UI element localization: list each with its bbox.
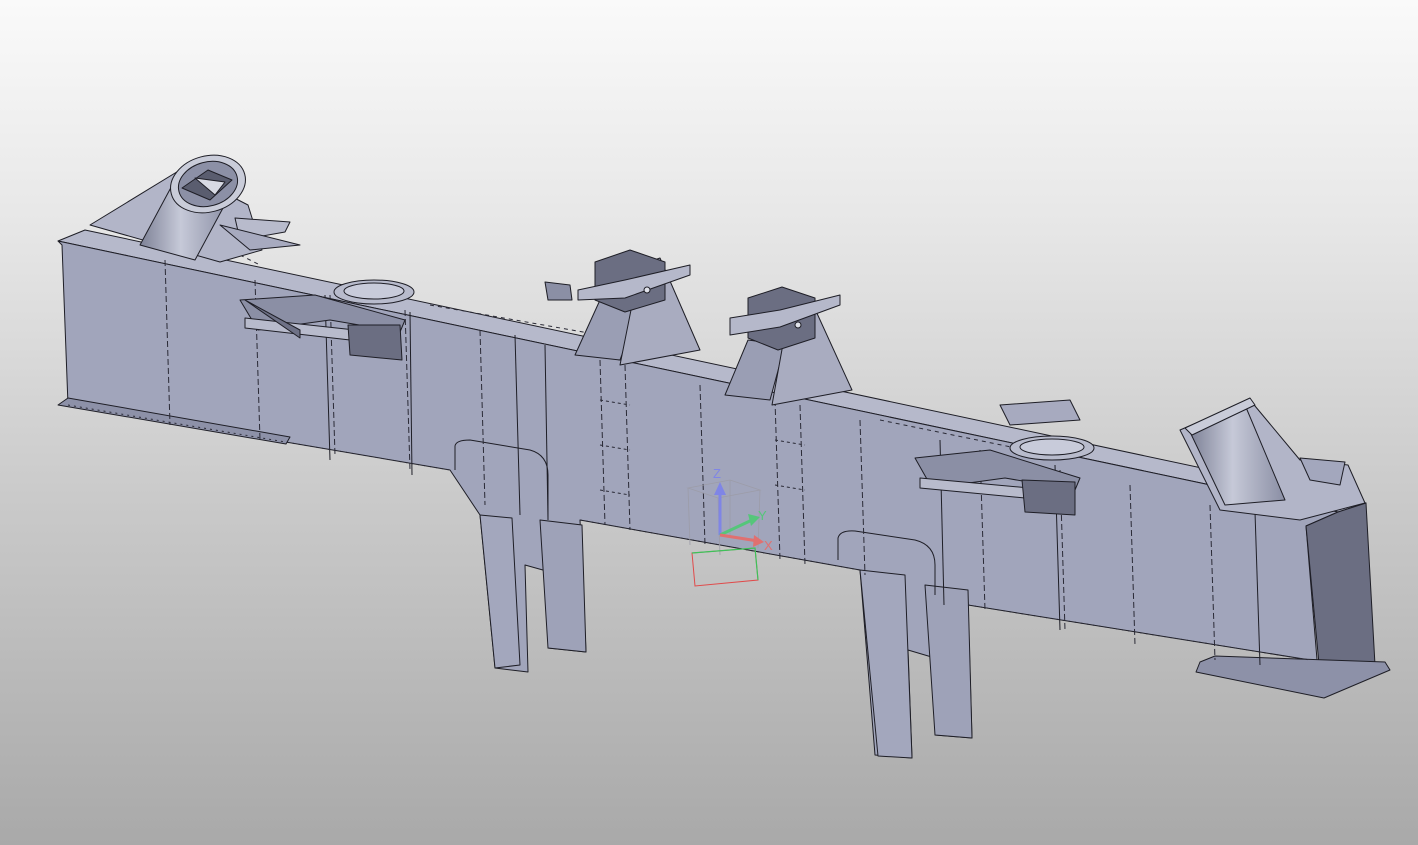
- y-axis-label: Y: [758, 508, 767, 523]
- pedestal-2[interactable]: [724, 286, 853, 406]
- 3d-viewport[interactable]: Z Y X: [0, 0, 1418, 845]
- z-axis-label: Z: [713, 466, 721, 481]
- x-axis-label: X: [764, 538, 773, 553]
- leg-plate-4: [924, 584, 973, 739]
- bottom-flange-right: [1195, 655, 1391, 699]
- model-canvas[interactable]: Z Y X: [0, 0, 1418, 845]
- leg-plate-2: [539, 519, 587, 653]
